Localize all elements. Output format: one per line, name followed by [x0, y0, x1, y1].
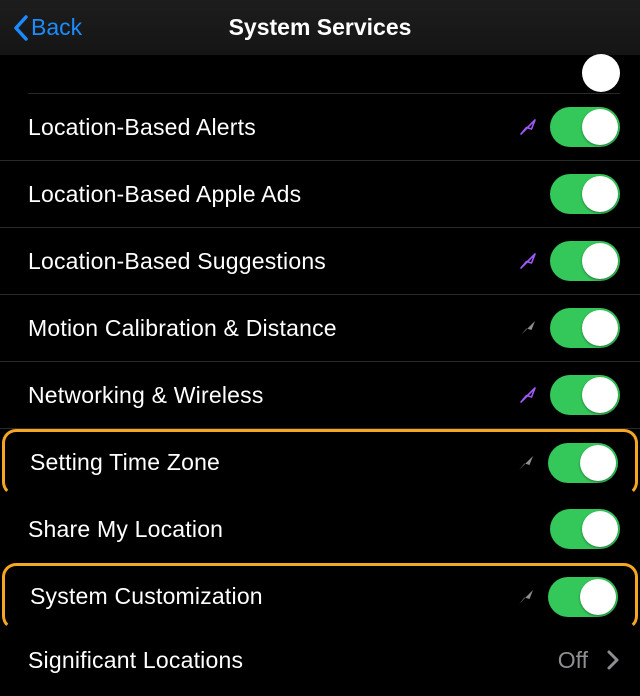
location-arrow-icon — [518, 318, 538, 338]
settings-row: Location-Based Apple Ads — [0, 161, 640, 228]
toggle-knob — [582, 377, 618, 413]
row-right — [550, 509, 620, 549]
row-label: System Customization — [30, 583, 263, 610]
row-label: Location-Based Suggestions — [28, 248, 326, 275]
toggle-switch[interactable] — [550, 241, 620, 281]
row-label: Location-Based Apple Ads — [28, 181, 301, 208]
row-right — [518, 375, 620, 415]
toggle-switch[interactable] — [548, 577, 618, 617]
location-arrow-icon — [516, 587, 536, 607]
location-arrow-icon — [518, 385, 538, 405]
row-label: Share My Location — [28, 516, 223, 543]
settings-row: System Customization — [2, 563, 638, 630]
back-button[interactable]: Back — [12, 14, 82, 42]
settings-row: Share My Location — [0, 496, 640, 563]
toggle-switch[interactable] — [550, 509, 620, 549]
toggle-switch[interactable] — [550, 107, 620, 147]
value-text: Off — [558, 647, 588, 674]
toggle-knob — [582, 243, 618, 279]
settings-row: Setting Time Zone — [2, 429, 638, 496]
toggle-knob — [580, 579, 616, 615]
toggle-knob — [582, 310, 618, 346]
chevron-right-icon — [606, 649, 620, 671]
row-right — [516, 443, 618, 483]
settings-row: Location-Based Alerts — [0, 94, 640, 161]
location-arrow-icon — [516, 453, 536, 473]
row-label: Motion Calibration & Distance — [28, 315, 337, 342]
toggle-switch[interactable] — [550, 308, 620, 348]
row-right — [518, 308, 620, 348]
toggle-switch[interactable] — [550, 174, 620, 214]
nav-bar: Back System Services — [0, 0, 640, 56]
location-arrow-icon — [518, 251, 538, 271]
row-label: Significant Locations — [28, 647, 243, 674]
settings-list: Location-Based Alerts Location-Based App… — [0, 56, 640, 690]
toggle-switch[interactable] — [550, 375, 620, 415]
chevron-left-icon — [12, 14, 29, 42]
toggle-knob — [582, 511, 618, 547]
page-title: System Services — [229, 14, 412, 41]
toggle-knob-partial — [582, 54, 620, 92]
link-row-significant-locations[interactable]: Significant Locations Off — [0, 630, 640, 690]
toggle-knob — [582, 109, 618, 145]
toggle-switch[interactable] — [548, 443, 618, 483]
row-label: Networking & Wireless — [28, 382, 264, 409]
row-label: Location-Based Alerts — [28, 114, 256, 141]
row-right: Off — [558, 647, 620, 674]
partial-row-top — [28, 74, 620, 94]
row-right — [550, 174, 620, 214]
toggle-knob — [580, 445, 616, 481]
row-right — [516, 577, 618, 617]
row-label: Setting Time Zone — [30, 449, 220, 476]
row-right — [518, 107, 620, 147]
settings-row: Location-Based Suggestions — [0, 228, 640, 295]
row-right — [518, 241, 620, 281]
toggle-knob — [582, 176, 618, 212]
back-label: Back — [31, 14, 82, 41]
location-arrow-icon — [518, 117, 538, 137]
settings-row: Motion Calibration & Distance — [0, 295, 640, 362]
settings-row: Networking & Wireless — [0, 362, 640, 429]
